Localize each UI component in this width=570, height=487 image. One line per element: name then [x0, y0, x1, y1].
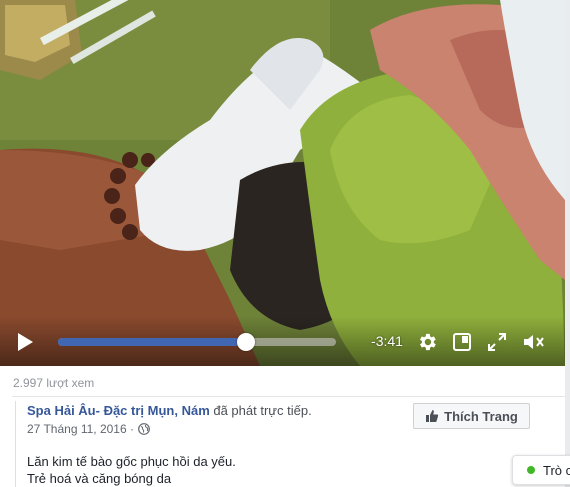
volume-button[interactable]: [520, 330, 548, 354]
time-remaining: -3:41: [371, 333, 403, 349]
picture-in-picture-icon: [453, 333, 471, 351]
chat-tab[interactable]: Trò c: [512, 455, 570, 485]
progress-bar[interactable]: [58, 333, 336, 351]
like-page-button[interactable]: Thích Trang: [413, 403, 530, 429]
post-description: Lăn kim tế bào gốc phục hồi da yếu. Trẻ …: [27, 453, 236, 487]
post-indent-line: [15, 401, 16, 487]
video-frame: [0, 0, 565, 366]
page-name-link[interactable]: Spa Hải Âu- Đặc trị Mụn, Nám: [27, 403, 210, 418]
progress-fill: [58, 338, 246, 346]
globe-icon: [138, 423, 150, 435]
video-player[interactable]: -3:41: [0, 0, 565, 366]
play-button[interactable]: [12, 331, 38, 353]
like-page-label: Thích Trang: [444, 408, 518, 424]
page-edge: [565, 0, 570, 487]
fullscreen-button[interactable]: [485, 330, 509, 354]
live-status-text: đã phát trực tiếp.: [209, 403, 312, 418]
progress-scrubber[interactable]: [236, 333, 255, 351]
post-date-link[interactable]: 27 Tháng 11, 2016 ·: [27, 422, 134, 436]
description-line: Trẻ hoá và căng bóng da: [27, 471, 172, 486]
play-icon: [18, 333, 33, 351]
expand-icon: [488, 333, 506, 351]
online-status-dot: [527, 466, 535, 474]
chat-tab-label: Trò c: [543, 462, 570, 478]
post-meta: 27 Tháng 11, 2016 ·: [27, 422, 150, 436]
view-count: 2.997 lượt xem: [13, 376, 95, 390]
picture-in-picture-button[interactable]: [450, 330, 474, 354]
gear-icon: [420, 333, 436, 351]
settings-button[interactable]: [414, 330, 440, 354]
video-controls: -3:41: [0, 316, 565, 366]
thumbs-up-icon: [426, 410, 439, 422]
description-line: Lăn kim tế bào gốc phục hồi da yếu.: [27, 454, 236, 469]
muted-speaker-icon: [524, 335, 544, 349]
divider: [12, 396, 565, 397]
post-author-line: Spa Hải Âu- Đặc trị Mụn, Nám đã phát trự…: [27, 403, 312, 418]
